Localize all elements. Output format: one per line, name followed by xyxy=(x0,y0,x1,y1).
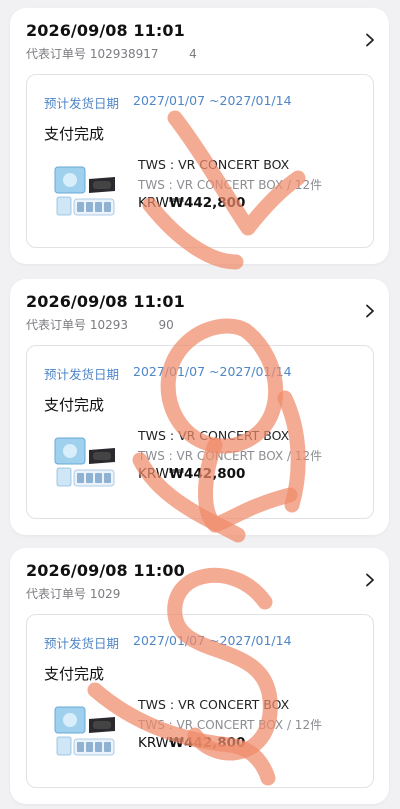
product-option: TWS : VR CONCERT BOX / 12件 xyxy=(138,449,323,463)
price-currency: KRW xyxy=(138,195,170,211)
product-thumbnail[interactable] xyxy=(53,432,119,492)
product-price: KRW₩442,800 xyxy=(138,466,245,482)
order-number: 代表订单号 102938917 4 xyxy=(26,45,197,62)
order-number: 代表订单号 10293 90 xyxy=(26,316,174,333)
order-card[interactable]: 2026/09/08 11:01 代表订单号 102938917 4 预计发货日期 2… xyxy=(10,8,389,264)
product-thumbnail[interactable] xyxy=(53,161,119,221)
price-currency: KRW xyxy=(138,735,170,751)
order-number-obscured xyxy=(159,47,190,61)
order-number: 代表订单号 1029 xyxy=(26,585,151,602)
order-datetime: 2026/09/08 11:01 xyxy=(26,292,185,311)
order-number-label: 代表订单号 xyxy=(26,318,87,332)
chevron-right-icon[interactable] xyxy=(363,304,377,318)
order-number-label: 代表订单号 xyxy=(26,587,87,601)
order-datetime: 2026/09/08 11:01 xyxy=(26,21,185,40)
order-number-tail: 4 xyxy=(189,47,197,61)
price-amount: ₩442,800 xyxy=(169,735,246,751)
product-thumbnail[interactable] xyxy=(53,701,119,761)
order-number-value: 10293 xyxy=(89,318,129,332)
ship-date-label: 预计发货日期 xyxy=(44,636,120,651)
price-amount: ₩442,800 xyxy=(169,466,246,482)
price-currency: KRW xyxy=(138,466,170,482)
product-name: TWS : VR CONCERT BOX xyxy=(138,157,290,172)
ship-date-range: 2027/01/07 ~2027/01/14 xyxy=(133,633,292,648)
order-number-value: 1029 xyxy=(89,587,121,601)
payment-status: 支付完成 xyxy=(44,665,105,683)
order-datetime: 2026/09/08 11:00 xyxy=(26,561,185,580)
order-list: 2026/09/08 11:01 代表订单号 102938917 4 预计发货日期 2… xyxy=(0,0,400,809)
ship-date-label: 预计发货日期 xyxy=(44,96,120,111)
order-number-label: 代表订单号 xyxy=(26,47,87,61)
price-amount: ₩442,800 xyxy=(169,195,246,211)
order-detail-box[interactable]: 预计发货日期 2027/01/07 ~2027/01/14 支付完成 TWS : VR… xyxy=(26,74,374,248)
order-detail-box[interactable]: 预计发货日期 2027/01/07 ~2027/01/14 支付完成 TWS : VR… xyxy=(26,345,374,519)
order-card[interactable]: 2026/09/08 11:00 代表订单号 1029 预计发货日期 2027/01… xyxy=(10,548,389,804)
order-number-obscured xyxy=(120,587,151,601)
product-name: TWS : VR CONCERT BOX xyxy=(138,428,290,443)
order-number-value: 102938917 xyxy=(89,47,159,61)
payment-status: 支付完成 xyxy=(44,396,105,414)
product-option: TWS : VR CONCERT BOX / 12件 xyxy=(138,718,323,732)
ship-date-range: 2027/01/07 ~2027/01/14 xyxy=(133,364,292,379)
payment-status: 支付完成 xyxy=(44,125,105,143)
ship-date-label: 预计发货日期 xyxy=(44,367,120,382)
ship-date-range: 2027/01/07 ~2027/01/14 xyxy=(133,93,292,108)
order-number-tail: 90 xyxy=(158,318,174,332)
order-card[interactable]: 2026/09/08 11:01 代表订单号 10293 90 预计发货日期 2027… xyxy=(10,279,389,535)
order-number-obscured xyxy=(128,318,159,332)
chevron-right-icon[interactable] xyxy=(363,573,377,587)
order-detail-box[interactable]: 预计发货日期 2027/01/07 ~2027/01/14 支付完成 TWS : VR… xyxy=(26,614,374,788)
product-option: TWS : VR CONCERT BOX / 12件 xyxy=(138,178,323,192)
product-name: TWS : VR CONCERT BOX xyxy=(138,697,290,712)
product-price: KRW₩442,800 xyxy=(138,735,245,751)
chevron-right-icon[interactable] xyxy=(363,33,377,47)
product-price: KRW₩442,800 xyxy=(138,195,245,211)
